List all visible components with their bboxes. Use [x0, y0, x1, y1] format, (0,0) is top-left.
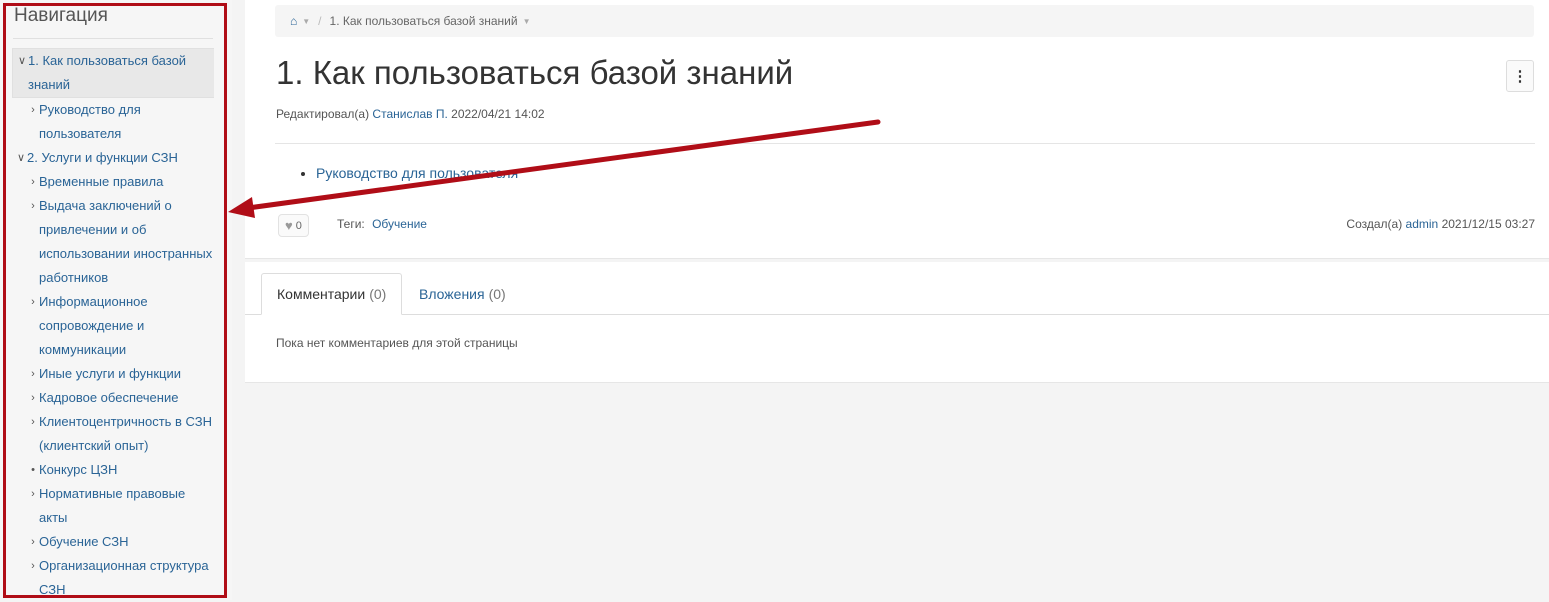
- edit-info: Редактировал(а) Станислав П. 2022/04/21 …: [276, 107, 545, 121]
- sidebar-item[interactable]: › Иные услуги и функции: [12, 362, 214, 386]
- sidebar-item[interactable]: ∨ 2. Услуги и функции СЗН: [12, 146, 214, 170]
- chevron-right-icon[interactable]: ›: [27, 362, 39, 386]
- sidebar-item[interactable]: › Обучение СЗН: [12, 530, 214, 554]
- sidebar-item-label[interactable]: Временные правила: [39, 174, 163, 189]
- tags-label: Теги:: [337, 217, 365, 231]
- sidebar-item-label[interactable]: Нормативные правовые акты: [39, 486, 185, 525]
- chevron-right-icon[interactable]: ›: [27, 530, 39, 554]
- tabs-card: Комментарии (0) Вложения (0) Пока нет ко…: [245, 262, 1549, 383]
- creator-link[interactable]: admin: [1406, 217, 1439, 231]
- sidebar-item-label[interactable]: Выдача заключений о привлечении и об исп…: [39, 198, 212, 285]
- sidebar-item[interactable]: › Кадровое обеспечение: [12, 386, 214, 410]
- sidebar-item-label[interactable]: Конкурс ЦЗН: [39, 462, 117, 477]
- chevron-right-icon[interactable]: ›: [27, 194, 39, 218]
- created-date: 2021/12/15 03:27: [1441, 217, 1535, 231]
- sidebar-item-label[interactable]: Кадровое обеспечение: [39, 390, 178, 405]
- sidebar-item-label[interactable]: Организационная структура СЗН: [39, 558, 209, 597]
- editor-link[interactable]: Станислав П.: [372, 107, 447, 121]
- creation-info: Создал(а) admin 2021/12/15 03:27: [1346, 217, 1535, 231]
- sidebar-item[interactable]: • Конкурс ЦЗН: [12, 458, 214, 482]
- edited-date: 2022/04/21 14:02: [451, 107, 545, 121]
- sidebar-item[interactable]: › Выдача заключений о привлечении и об ис…: [12, 194, 214, 290]
- caret-down-icon[interactable]: ▼: [302, 17, 310, 26]
- sidebar-item[interactable]: › Руководство для пользователя: [12, 98, 214, 146]
- breadcrumb: ⌂ ▼ / 1. Как пользоваться базой знаний ▼: [275, 5, 1534, 37]
- chevron-down-icon[interactable]: ∨: [15, 146, 27, 170]
- page-meta: ♥ 0 Теги: Обучение Создал(а) admin 2021/…: [275, 214, 1535, 237]
- breadcrumb-separator: /: [318, 14, 322, 28]
- child-pages-list: Руководство для пользователя: [300, 165, 518, 181]
- sidebar-item[interactable]: › Клиентоцентричность в СЗН (клиентский о…: [12, 410, 214, 458]
- sidebar-item[interactable]: ∨ 1. Как пользоваться базой знаний: [12, 48, 214, 98]
- sidebar-item[interactable]: › Нормативные правовые акты: [12, 482, 214, 530]
- tab-attachments-label: Вложения: [419, 286, 485, 302]
- main-content: ⌂ ▼ / 1. Как пользоваться базой знаний ▼…: [245, 0, 1549, 600]
- chevron-right-icon[interactable]: ›: [27, 290, 39, 314]
- sidebar-item-label[interactable]: 2. Услуги и функции СЗН: [27, 150, 178, 165]
- sidebar-item-label[interactable]: Клиентоцентричность в СЗН (клиентский оп…: [39, 414, 212, 453]
- child-page-link[interactable]: Руководство для пользователя: [316, 165, 518, 181]
- tab-attachments[interactable]: Вложения (0): [404, 273, 521, 315]
- heart-icon: ♥: [285, 218, 293, 233]
- page-card: ⌂ ▼ / 1. Как пользоваться базой знаний ▼…: [245, 0, 1549, 259]
- bullet-icon[interactable]: •: [27, 458, 39, 482]
- tab-attachments-count: (0): [488, 286, 506, 302]
- tag-link[interactable]: Обучение: [372, 217, 427, 231]
- breadcrumb-current[interactable]: 1. Как пользоваться базой знаний: [330, 14, 518, 28]
- like-count: 0: [295, 219, 302, 232]
- tab-comments[interactable]: Комментарии (0): [261, 273, 403, 315]
- chevron-right-icon[interactable]: ›: [27, 482, 39, 506]
- navigation-tree: ∨ 1. Как пользоваться базой знаний › Руково…: [12, 48, 214, 602]
- content-divider: [275, 143, 1535, 144]
- sidebar-item[interactable]: › Информационное сопровождение и коммуник…: [12, 290, 214, 362]
- sidebar-item[interactable]: › Организационная структура СЗН: [12, 554, 214, 602]
- like-button[interactable]: ♥ 0: [278, 214, 309, 237]
- sidebar-item-label[interactable]: Иные услуги и функции: [39, 366, 181, 381]
- tags: Теги: Обучение: [337, 217, 427, 231]
- no-comments-text: Пока нет комментариев для этой страницы: [276, 336, 518, 350]
- sidebar-item-label[interactable]: Информационное сопровождение и коммуника…: [39, 294, 148, 357]
- chevron-right-icon[interactable]: ›: [27, 98, 39, 122]
- caret-down-icon[interactable]: ▼: [523, 17, 531, 26]
- sidebar-item[interactable]: › Временные правила: [12, 170, 214, 194]
- list-item: Руководство для пользователя: [316, 165, 518, 181]
- navigation-divider: [13, 38, 213, 39]
- sidebar-item-label[interactable]: Руководство для пользователя: [39, 102, 141, 141]
- tab-comments-count: (0): [369, 286, 387, 302]
- chevron-right-icon[interactable]: ›: [27, 410, 39, 434]
- chevron-down-icon[interactable]: ∨: [16, 49, 28, 73]
- sidebar-item-label[interactable]: Обучение СЗН: [39, 534, 129, 549]
- kebab-menu-icon: ⋮: [1512, 68, 1528, 85]
- navigation-title: Навигация: [14, 5, 108, 26]
- chevron-right-icon[interactable]: ›: [27, 554, 39, 578]
- tab-comments-label: Комментарии: [277, 286, 366, 302]
- more-actions-button[interactable]: ⋮: [1506, 60, 1534, 92]
- created-prefix: Создал(а): [1346, 217, 1403, 231]
- chevron-right-icon[interactable]: ›: [27, 386, 39, 410]
- edited-prefix: Редактировал(а): [276, 107, 370, 121]
- page-title: 1. Как пользоваться базой знаний: [276, 54, 794, 91]
- sidebar-item-label[interactable]: 1. Как пользоваться базой знаний: [28, 53, 186, 92]
- home-icon[interactable]: ⌂: [290, 14, 297, 28]
- navigation-sidebar: Навигация ∨ 1. Как пользоваться базой зна…: [0, 0, 232, 600]
- chevron-right-icon[interactable]: ›: [27, 170, 39, 194]
